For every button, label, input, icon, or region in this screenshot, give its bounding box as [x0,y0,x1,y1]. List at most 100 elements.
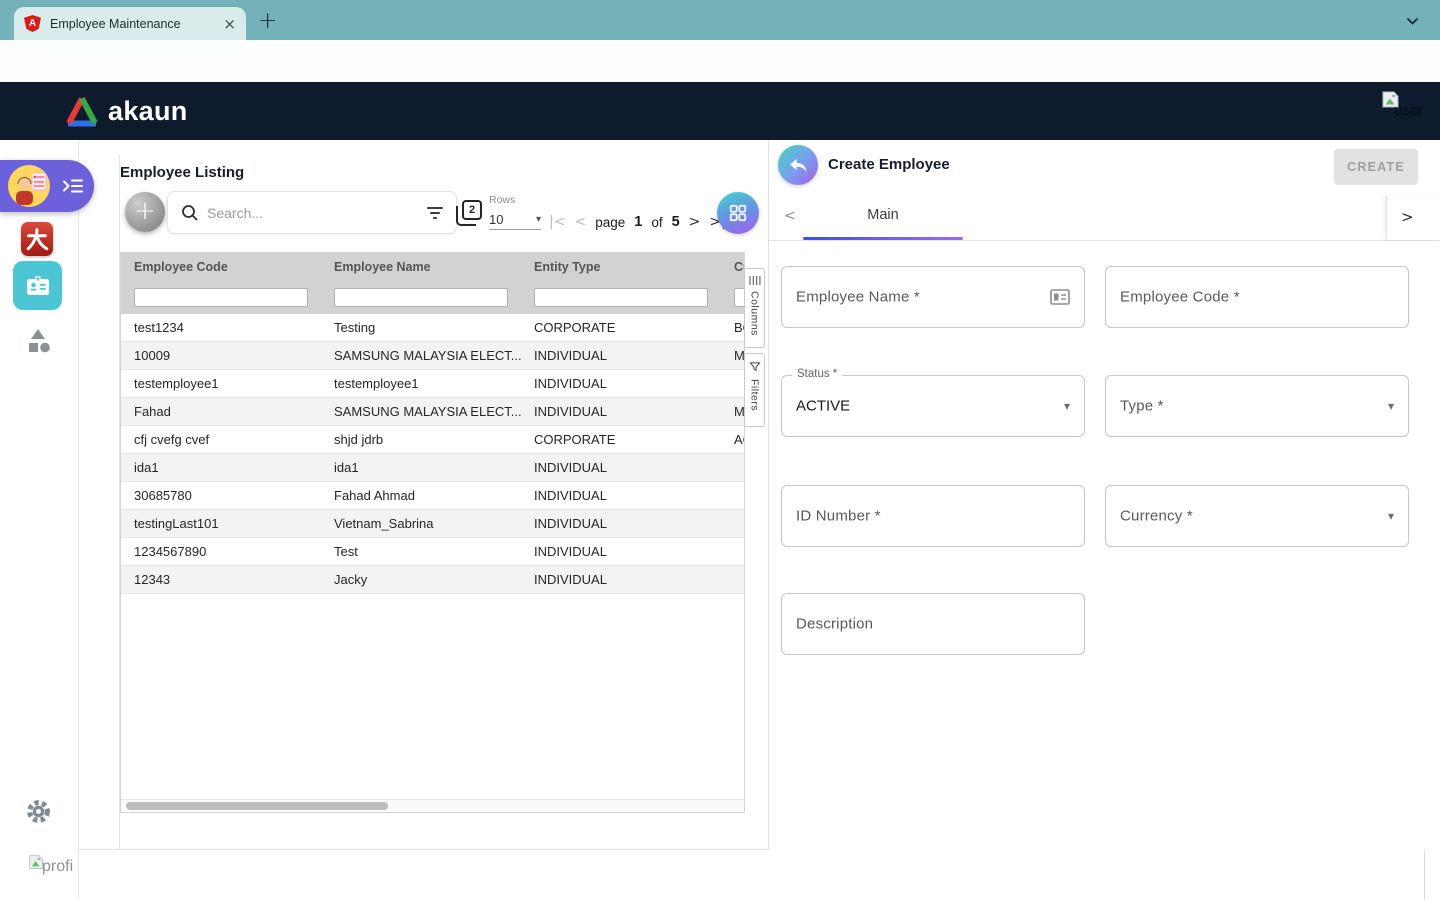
new-tab-button[interactable]: + [258,8,277,34]
table-row[interactable]: Fahad SAMSUNG MALAYSIA ELECT... INDIVIDU… [121,398,745,426]
employee-name-field[interactable]: Employee Name * [781,266,1085,328]
prev-page-button[interactable]: < [574,214,586,230]
pagination: |< < page 1 of 5 > >| [549,210,726,234]
tab-search-chevron-icon[interactable] [1406,17,1419,26]
sidebar-toggle-icon[interactable] [62,176,84,196]
tab-scroll-right[interactable]: > [1386,196,1440,240]
filter-input-employee-name[interactable] [334,288,508,307]
caret-down-icon: ▾ [1064,399,1070,413]
cell-entity-type: INDIVIDUAL [521,544,721,559]
of-label: of [651,215,662,230]
rows-per-page-select[interactable]: 10 ▾ [489,209,541,230]
cell-entity-type: CORPORATE [521,320,721,335]
settings-gear-icon[interactable] [25,798,52,830]
employee-table: Employee Code Employee Name Entity Type … [120,252,745,813]
grid-view-button[interactable] [717,192,759,234]
employee-table-body: test1234 Testing CORPORATE BO 10009 SAMS… [121,314,744,594]
id-badge-icon [24,272,52,300]
profile-cartoon-avatar [7,164,51,208]
scrollbar-thumb[interactable] [126,802,388,810]
table-row[interactable]: testingLast101 Vietnam_Sabrina INDIVIDUA… [121,510,745,538]
columns-side-tab[interactable]: Columns [744,268,765,348]
cell-entity-type: INDIVIDUAL [521,460,721,475]
right-edge-line [1424,850,1425,900]
cell-employee-code: 12343 [121,572,321,587]
first-page-button[interactable]: |< [549,214,565,230]
cell-entity-type: INDIVIDUAL [521,348,721,363]
currency-select[interactable]: Currency * ▾ [1105,485,1409,547]
active-tab-indicator [803,237,963,240]
table-row[interactable]: cfj cvefg cvef shjd jdrb CORPORATE AC [121,426,745,454]
rows-per-page-value: 10 [489,212,503,227]
grid-icon [726,201,750,225]
tab-main[interactable]: Main [803,207,963,223]
column-header[interactable]: Entity Type [521,260,721,274]
tab-scroll-left-icon[interactable]: < [784,208,796,224]
tab-title: Employee Maintenance [50,17,223,31]
filter-input-entity-type[interactable] [534,288,708,307]
cell-employee-name: Test [321,544,521,559]
sidebar-item-red-applet[interactable] [21,222,53,256]
column-header[interactable]: Employee Name [321,260,521,274]
column-header[interactable]: Employee Code [121,260,321,274]
description-field[interactable]: Description [781,593,1085,655]
cell-entity-type: INDIVIDUAL [521,376,721,391]
id-number-field[interactable]: ID Number * [781,485,1085,547]
cell-employee-code: test1234 [121,320,321,335]
cell-employee-name: Testing [321,320,521,335]
cell-employee-code: 1234567890 [121,544,321,559]
horizontal-scrollbar[interactable] [121,799,744,812]
screen: A Employee Maintenance × + akaun.cloud/#… [0,0,1440,900]
back-button[interactable] [778,145,818,185]
columns-tab-label: Columns [749,291,761,336]
next-page-button[interactable]: > [689,214,701,230]
table-row[interactable]: 10009 SAMSUNG MALAYSIA ELECT... INDIVIDU… [121,342,745,370]
cell-employee-name: ida1 [321,460,521,475]
multi-page-icon[interactable]: 2 [460,202,484,226]
filter-list-icon[interactable] [427,204,443,222]
cell-employee-name: shjd jdrb [321,432,521,447]
tab-close-icon[interactable]: × [223,15,236,33]
sidebar-item-employee-applet[interactable] [13,261,62,310]
add-employee-button[interactable]: + [125,192,165,232]
caret-down-icon: ▾ [536,214,541,225]
currency-label: Currency * [1120,508,1193,525]
table-row[interactable]: 1234567890 Test INDIVIDUAL [121,538,745,566]
filter-input-employee-code[interactable] [134,288,308,307]
shapes-icon [23,327,53,357]
akaun-logo[interactable]: akaun [64,95,188,127]
profile-pill[interactable] [0,160,94,212]
cell-employee-code: 10009 [121,348,321,363]
sidebar-item-shapes[interactable] [23,327,53,362]
cell-entity-type: INDIVIDUAL [521,572,721,587]
browser-tab[interactable]: A Employee Maintenance × [14,7,246,40]
table-row[interactable]: 30685780 Fahad Ahmad INDIVIDUAL [121,482,745,510]
cell-currency: M [721,348,745,363]
table-row[interactable]: testemployee1 testemployee1 INDIVIDUAL [121,370,745,398]
cjk-character-icon [24,226,50,252]
user-img-alt: user [1394,102,1423,119]
search-input[interactable] [207,205,427,221]
type-select[interactable]: Type * ▾ [1105,375,1409,437]
employee-code-label: Employee Code * [1120,289,1240,306]
status-label: Status * [792,368,842,380]
filters-side-tab[interactable]: Filters [744,353,765,427]
angular-favicon-icon: A [24,15,41,32]
table-row[interactable]: ida1 ida1 INDIVIDUAL [121,454,745,482]
contact-card-icon[interactable] [1050,289,1070,306]
column-header[interactable]: Cu [721,260,745,274]
employee-code-field[interactable]: Employee Code * [1105,266,1409,328]
cell-currency: BO [721,320,745,335]
status-select[interactable]: Status * ACTIVE ▾ [781,375,1085,437]
table-row[interactable]: test1234 Testing CORPORATE BO [121,314,745,342]
create-button[interactable]: CREATE [1334,149,1418,185]
browser-toolbar: akaun.cloud/#/applets/wavelet/erp/entity… [0,40,1440,82]
caret-down-icon: ▾ [1388,399,1394,413]
cell-employee-code: testemployee1 [121,376,321,391]
cell-currency: M [721,404,745,419]
cell-entity-type: INDIVIDUAL [521,488,721,503]
search-box [167,191,457,234]
table-row[interactable]: 12343 Jacky INDIVIDUAL [121,566,745,594]
profile-broken-image[interactable]: profi [28,854,45,876]
user-avatar-broken-image[interactable]: user [1381,90,1401,115]
